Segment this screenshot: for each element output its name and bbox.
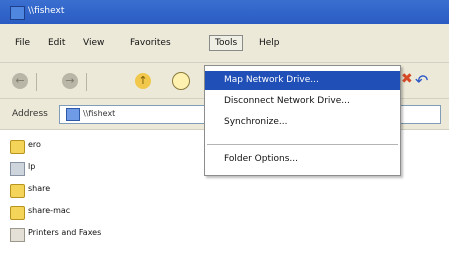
menu-file[interactable]: File xyxy=(10,36,35,50)
menu-item-map-network-drive[interactable]: Map Network Drive... xyxy=(205,71,400,90)
menu-item-label: Disconnect Network Drive... xyxy=(224,96,350,106)
window-title: \\fishext xyxy=(28,6,65,16)
file-name: ero xyxy=(28,140,41,149)
menu-item-label: Folder Options... xyxy=(224,154,298,164)
file-name: lp xyxy=(28,162,36,171)
menu-edit[interactable]: Edit xyxy=(43,36,70,50)
menu-item-label: Map Network Drive... xyxy=(224,75,319,85)
toolbar-separator xyxy=(36,73,37,91)
title-bar: \\fishext xyxy=(0,0,449,24)
network-folder-icon xyxy=(10,6,25,20)
menu-item-folder-options[interactable]: Folder Options... xyxy=(205,150,400,169)
menu-item-label: Synchronize... xyxy=(224,117,288,127)
network-drive-icon xyxy=(10,140,25,154)
address-value: \\fishext xyxy=(83,109,116,118)
network-drive-icon xyxy=(10,184,25,198)
forward-arrow-icon[interactable]: → xyxy=(62,73,78,89)
up-folder-icon[interactable]: ↑ xyxy=(135,73,151,89)
tools-menu-dropdown: Map Network Drive... Disconnect Network … xyxy=(204,65,401,176)
menu-favorites[interactable]: Favorites xyxy=(125,36,176,50)
search-icon[interactable] xyxy=(172,72,190,90)
menu-tools[interactable]: Tools xyxy=(209,35,244,51)
menu-bar: File Edit View Favorites Tools Help xyxy=(0,24,449,63)
printers-and-faxes-icon xyxy=(10,228,25,242)
menu-separator xyxy=(207,144,398,145)
close-icon[interactable]: ✖ xyxy=(401,71,413,87)
toolbar-separator xyxy=(86,73,87,91)
network-drive-icon xyxy=(10,206,25,220)
menu-view[interactable]: View xyxy=(78,36,109,50)
menu-help[interactable]: Help xyxy=(254,36,285,50)
file-name: Printers and Faxes xyxy=(28,228,102,237)
back-arrow-icon[interactable]: ← xyxy=(12,73,28,89)
file-name: share-mac xyxy=(28,206,71,215)
undo-icon[interactable]: ↶ xyxy=(415,71,428,90)
address-label: Address xyxy=(12,109,48,119)
menu-item-synchronize[interactable]: Synchronize... xyxy=(205,113,400,132)
printer-icon xyxy=(10,162,25,176)
file-name: share xyxy=(28,184,51,193)
network-folder-icon xyxy=(66,108,80,121)
menu-item-disconnect-network-drive[interactable]: Disconnect Network Drive... xyxy=(205,92,400,111)
